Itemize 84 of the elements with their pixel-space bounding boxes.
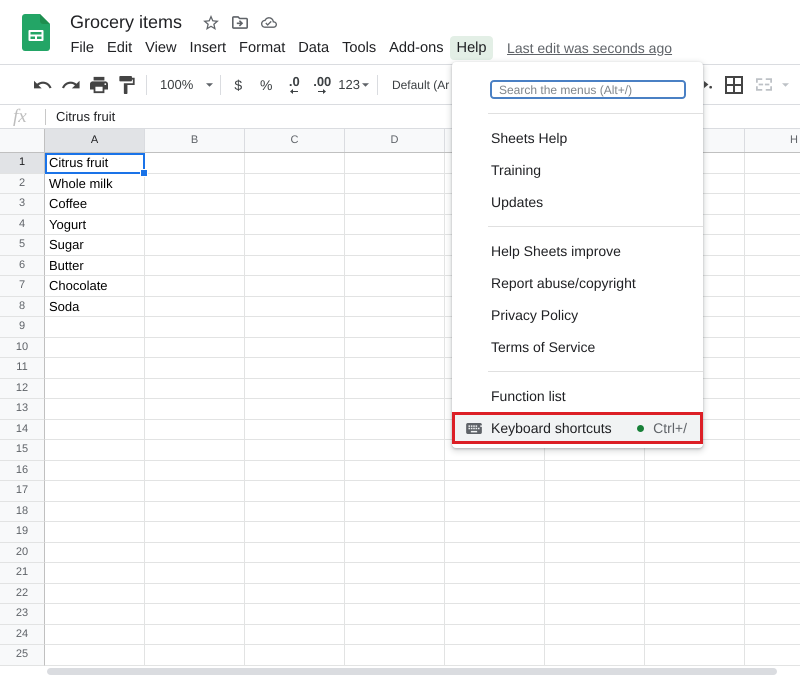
row-header[interactable]: 20 — [0, 543, 45, 563]
menu-item[interactable]: File — [64, 36, 101, 60]
table-cell[interactable]: Butter — [45, 256, 145, 276]
row-header[interactable]: 25 — [0, 645, 45, 666]
fill-handle-icon[interactable] — [140, 169, 148, 177]
menu-option[interactable]: Report abuse/copyright — [452, 267, 703, 299]
menu-item[interactable]: Tools — [336, 36, 383, 60]
menu-item[interactable]: Edit — [100, 36, 139, 60]
column-header[interactable]: A — [45, 129, 145, 152]
table-cell[interactable]: Whole milk — [45, 174, 145, 194]
row-header[interactable]: 6 — [0, 256, 45, 276]
print-icon[interactable] — [90, 76, 108, 94]
column-header[interactable]: D — [345, 129, 445, 152]
column-header[interactable]: B — [145, 129, 245, 152]
number-format-dropdown[interactable]: 123 — [336, 72, 371, 98]
row-header[interactable]: 15 — [0, 440, 45, 461]
column-header[interactable]: H — [745, 129, 800, 152]
row-header[interactable]: 22 — [0, 584, 45, 604]
search-field[interactable]: Search the menus (Alt+/) — [490, 80, 686, 99]
last-edit-link[interactable]: Last edit was seconds ago — [507, 40, 672, 56]
keyboard-icon — [466, 422, 482, 434]
menu-item[interactable]: Insert — [183, 36, 233, 60]
decrease-decimals-button[interactable]: .0 — [280, 72, 308, 98]
row-header[interactable]: 5 — [0, 235, 45, 256]
arrow-left-icon — [290, 89, 298, 94]
table-cell[interactable]: Sugar — [45, 235, 145, 256]
menu-option[interactable]: Keyboard shortcuts Ctrl+/ — [452, 412, 703, 444]
menu-item[interactable]: Help — [450, 36, 494, 60]
row-header[interactable]: 24 — [0, 625, 45, 645]
row-header[interactable]: 2 — [0, 174, 45, 194]
row-header[interactable]: 3 — [0, 194, 45, 215]
currency-button[interactable]: $ — [224, 72, 252, 98]
menu-item[interactable]: View — [138, 36, 184, 60]
table-cell[interactable]: Soda — [45, 297, 145, 317]
row-header[interactable]: 16 — [0, 461, 45, 481]
menu-option[interactable]: Help Sheets improve — [452, 235, 703, 267]
row-header[interactable]: 19 — [0, 522, 45, 543]
menu-option[interactable]: Privacy Policy — [452, 299, 703, 331]
font-dropdown[interactable]: Default (Ar — [392, 78, 450, 92]
row-header[interactable]: 23 — [0, 604, 45, 625]
formula-label: fx — [13, 106, 28, 126]
table-cell[interactable]: Coffee — [45, 194, 145, 215]
borders-icon[interactable] — [725, 76, 743, 94]
cloud-check-icon[interactable] — [261, 14, 278, 30]
table-cell[interactable]: Chocolate — [45, 276, 145, 297]
menu-option[interactable]: Terms of Service — [452, 331, 703, 363]
menu-item[interactable]: Format — [232, 36, 292, 60]
row-header[interactable]: 4 — [0, 215, 45, 235]
horizontal-scrollbar[interactable] — [47, 668, 777, 675]
row-header[interactable]: 13 — [0, 399, 45, 420]
row-header[interactable]: 1 — [0, 153, 45, 174]
row-header[interactable]: 14 — [0, 420, 45, 440]
spreadsheet-logo-icon[interactable] — [22, 14, 50, 51]
zoom-dropdown[interactable]: 100% — [155, 72, 218, 98]
row-header[interactable]: 17 — [0, 481, 45, 502]
row-header[interactable]: 7 — [0, 276, 45, 297]
menu-option[interactable]: Training — [452, 154, 703, 186]
row-header[interactable]: 9 — [0, 317, 45, 338]
row-header[interactable]: 21 — [0, 563, 45, 584]
menu-item[interactable]: Add-ons — [382, 36, 450, 60]
menu-option[interactable]: Sheets Help — [452, 122, 703, 154]
table-cell[interactable]: Yogurt — [45, 215, 145, 235]
percent-button[interactable]: % — [252, 72, 280, 98]
column-header[interactable]: C — [245, 129, 345, 152]
row-header[interactable]: 10 — [0, 338, 45, 358]
row-header[interactable]: 12 — [0, 379, 45, 399]
paint-bucket-icon[interactable] — [704, 80, 712, 88]
menu-option[interactable]: Updates — [452, 186, 703, 218]
folder-icon[interactable] — [232, 14, 248, 30]
formula-input[interactable]: Citrus fruit — [56, 109, 116, 124]
caret-icon — [362, 82, 369, 86]
row-header[interactable]: 18 — [0, 502, 45, 522]
row-header[interactable]: 11 — [0, 358, 45, 379]
shortcut-text: Ctrl+/ — [653, 420, 687, 436]
row-header[interactable]: 8 — [0, 297, 45, 317]
table-cell[interactable]: Citrus fruit — [45, 153, 145, 174]
menu-item[interactable]: Data — [292, 36, 336, 60]
document-title[interactable]: Grocery items — [70, 11, 182, 33]
increase-decimals-button[interactable]: .00 — [308, 72, 336, 98]
menu-option[interactable]: Function list — [452, 380, 703, 412]
caret-icon — [206, 82, 214, 86]
arrow-right-icon — [318, 89, 326, 94]
star-icon[interactable] — [203, 14, 220, 30]
paint-roller-icon[interactable] — [118, 76, 136, 94]
